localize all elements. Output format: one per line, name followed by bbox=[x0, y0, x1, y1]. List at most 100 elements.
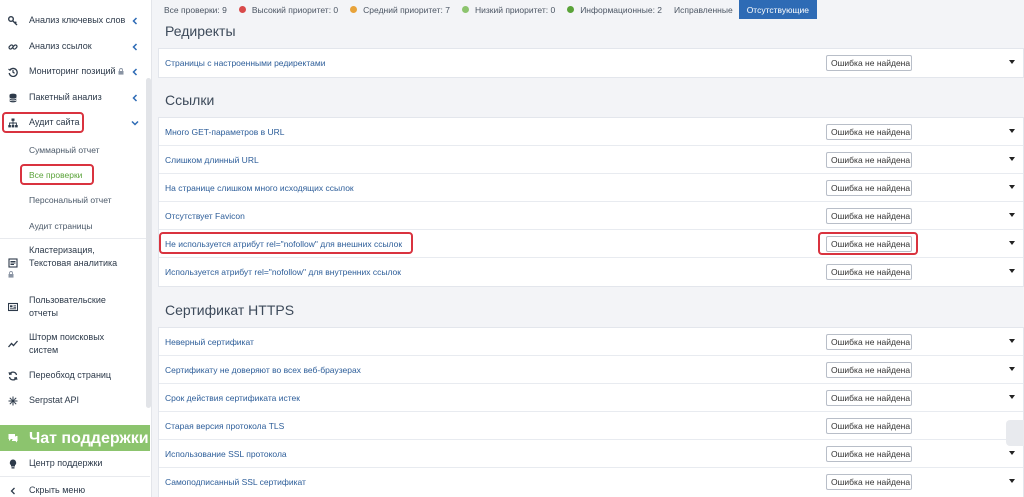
expand-caret-icon[interactable] bbox=[1009, 157, 1015, 161]
sidebar-item-label: Кластеризация, bbox=[29, 245, 95, 255]
sidebar-item-user-reports[interactable]: Пользовательские отчеты bbox=[0, 295, 150, 319]
section-card-https: Неверный сертификат Ошибка не найдена Се… bbox=[158, 327, 1024, 497]
expand-caret-icon[interactable] bbox=[1009, 213, 1015, 217]
chevron-left-icon bbox=[132, 93, 138, 102]
check-name[interactable]: Не используется атрибут rel="nofollow" д… bbox=[165, 239, 402, 249]
tab-low-priority[interactable]: Низкий приоритет: 0 bbox=[456, 0, 561, 19]
check-row[interactable]: На странице слишком много исходящих ссыл… bbox=[159, 174, 1023, 202]
expand-caret-icon[interactable] bbox=[1009, 241, 1015, 245]
refresh-icon bbox=[8, 370, 18, 381]
check-row[interactable]: Слишком длинный URL Ошибка не найдена bbox=[159, 146, 1023, 174]
expand-caret-icon[interactable] bbox=[1009, 339, 1015, 343]
report-icon bbox=[8, 302, 18, 312]
sidebar-item-label: Пакетный анализ bbox=[29, 92, 102, 102]
check-name[interactable]: Страницы с настроенными редиректами bbox=[165, 58, 325, 68]
sidebar-item-links[interactable]: Анализ ссылок bbox=[0, 41, 150, 52]
expand-caret-icon[interactable] bbox=[1009, 129, 1015, 133]
sidebar-item-label: Пользовательские bbox=[29, 295, 106, 305]
check-name[interactable]: Используется атрибут rel="nofollow" для … bbox=[165, 267, 401, 277]
expand-caret-icon[interactable] bbox=[1009, 451, 1015, 455]
check-row[interactable]: Много GET-параметров в URL Ошибка не най… bbox=[159, 118, 1023, 146]
expand-caret-icon[interactable] bbox=[1009, 185, 1015, 189]
status-select[interactable]: Ошибка не найдена bbox=[826, 55, 912, 71]
status-select[interactable]: Ошибка не найдена bbox=[826, 334, 912, 350]
expand-caret-icon[interactable] bbox=[1009, 479, 1015, 483]
status-select[interactable]: Ошибка не найдена bbox=[826, 208, 912, 224]
tab-missing[interactable]: Отсутствующие bbox=[738, 0, 817, 19]
sidebar-subitem-all-checks[interactable]: Все проверки bbox=[29, 170, 82, 180]
support-chat-button[interactable]: Чат поддержки bbox=[0, 425, 150, 451]
tab-label: Все проверки: 9 bbox=[164, 4, 227, 15]
status-select[interactable]: Ошибка не найдена bbox=[826, 446, 912, 462]
tab-label: Исправленные bbox=[674, 4, 733, 15]
sidebar-subitem-personal-report[interactable]: Персональный отчет bbox=[29, 195, 112, 205]
check-row[interactable]: Самоподписанный SSL сертификат Ошибка не… bbox=[159, 468, 1023, 496]
check-name[interactable]: Слишком длинный URL bbox=[165, 155, 259, 165]
check-row[interactable]: Не используется атрибут rel="nofollow" д… bbox=[159, 230, 1023, 258]
sidebar-subitem-summary-report[interactable]: Суммарный отчет bbox=[29, 145, 100, 155]
check-name[interactable]: Много GET-параметров в URL bbox=[165, 127, 285, 137]
expand-caret-icon[interactable] bbox=[1009, 269, 1015, 273]
sidebar-item-label: систем bbox=[29, 345, 59, 355]
check-row[interactable]: Использование SSL протокола Ошибка не на… bbox=[159, 440, 1023, 468]
check-name[interactable]: Сертификату не доверяют во всех веб-брау… bbox=[165, 365, 361, 375]
sidebar-scrollbar[interactable] bbox=[146, 78, 151, 408]
checks-content: Редиректы Страницы с настроенными редире… bbox=[158, 19, 1024, 497]
check-name[interactable]: Срок действия сертификата истек bbox=[165, 393, 300, 403]
sidebar-item-recrawl[interactable]: Переобход страниц bbox=[0, 370, 150, 381]
sidebar-item-rank-tracking[interactable]: Мониторинг позиций bbox=[0, 66, 150, 77]
status-select[interactable]: Ошибка не найдена bbox=[826, 124, 912, 140]
status-select[interactable]: Ошибка не найдена bbox=[826, 264, 912, 280]
support-chat-label: Чат поддержки bbox=[29, 430, 149, 447]
floating-widget-button[interactable] bbox=[1006, 420, 1024, 446]
check-name[interactable]: На странице слишком много исходящих ссыл… bbox=[165, 183, 354, 193]
sidebar-item-label: Переобход страниц bbox=[29, 370, 112, 380]
tab-fixed[interactable]: Исправленные bbox=[668, 0, 739, 19]
tab-high-priority[interactable]: Высокий приоритет: 0 bbox=[233, 0, 344, 19]
sidebar-item-site-audit[interactable]: Аудит сайта bbox=[0, 117, 150, 128]
status-select[interactable]: Ошибка не найдена bbox=[826, 418, 912, 434]
sidebar-subitem-page-audit[interactable]: Аудит страницы bbox=[29, 221, 93, 231]
expand-caret-icon[interactable] bbox=[1009, 367, 1015, 371]
trend-icon bbox=[8, 339, 18, 349]
sidebar-item-label: Мониторинг позиций bbox=[29, 66, 116, 76]
expand-caret-icon[interactable] bbox=[1009, 60, 1015, 64]
check-row[interactable]: Старая версия протокола TLS Ошибка не на… bbox=[159, 412, 1023, 440]
status-select[interactable]: Ошибка не найдена bbox=[826, 362, 912, 378]
section-title-links: Ссылки bbox=[165, 92, 215, 108]
status-select[interactable]: Ошибка не найдена bbox=[826, 152, 912, 168]
sidebar-item-support-center[interactable]: Центр поддержки bbox=[0, 458, 150, 469]
check-name[interactable]: Самоподписанный SSL сертификат bbox=[165, 477, 306, 487]
check-row[interactable]: Сертификату не доверяют во всех веб-брау… bbox=[159, 356, 1023, 384]
sidebar-divider bbox=[0, 238, 150, 239]
expand-caret-icon[interactable] bbox=[1009, 395, 1015, 399]
tab-medium-priority[interactable]: Средний приоритет: 7 bbox=[344, 0, 456, 19]
sidebar-item-label: отчеты bbox=[29, 308, 58, 318]
status-select[interactable]: Ошибка не найдена bbox=[826, 474, 912, 490]
tab-informational[interactable]: Информационные: 2 bbox=[561, 0, 668, 19]
check-name[interactable]: Неверный сертификат bbox=[165, 337, 254, 347]
check-name[interactable]: Старая версия протокола TLS bbox=[165, 421, 284, 431]
sidebar-item-search-storm[interactable]: Шторм поисковых систем bbox=[0, 332, 150, 356]
priority-dot-icon bbox=[567, 6, 575, 13]
section-title-redirects: Редиректы bbox=[165, 23, 236, 39]
api-icon bbox=[8, 396, 18, 406]
check-row[interactable]: Используется атрибут rel="nofollow" для … bbox=[159, 258, 1023, 286]
status-select[interactable]: Ошибка не найдена bbox=[826, 180, 912, 196]
check-name[interactable]: Использование SSL протокола bbox=[165, 449, 287, 459]
tab-all-checks[interactable]: Все проверки: 9 bbox=[158, 0, 233, 19]
check-row[interactable]: Страницы с настроенными редиректами Ошиб… bbox=[159, 49, 1023, 77]
sidebar-hide-menu[interactable]: Скрыть меню bbox=[0, 485, 150, 496]
tab-label: Средний приоритет: 7 bbox=[363, 4, 450, 15]
sidebar-item-batch-analysis[interactable]: Пакетный анализ bbox=[0, 92, 150, 103]
sidebar-item-clustering[interactable]: Кластеризация, Текстовая аналитика bbox=[0, 245, 150, 269]
sidebar-item-keywords[interactable]: Анализ ключевых слов bbox=[0, 15, 150, 26]
status-select[interactable]: Ошибка не найдена bbox=[826, 390, 912, 406]
check-name[interactable]: Отсутствует Favicon bbox=[165, 211, 245, 221]
check-row[interactable]: Отсутствует Favicon Ошибка не найдена bbox=[159, 202, 1023, 230]
chevron-left-icon bbox=[132, 67, 138, 76]
check-row[interactable]: Срок действия сертификата истек Ошибка н… bbox=[159, 384, 1023, 412]
check-row[interactable]: Неверный сертификат Ошибка не найдена bbox=[159, 328, 1023, 356]
sidebar-item-api[interactable]: Serpstat API bbox=[0, 395, 150, 406]
status-select[interactable]: Ошибка не найдена bbox=[826, 236, 912, 252]
